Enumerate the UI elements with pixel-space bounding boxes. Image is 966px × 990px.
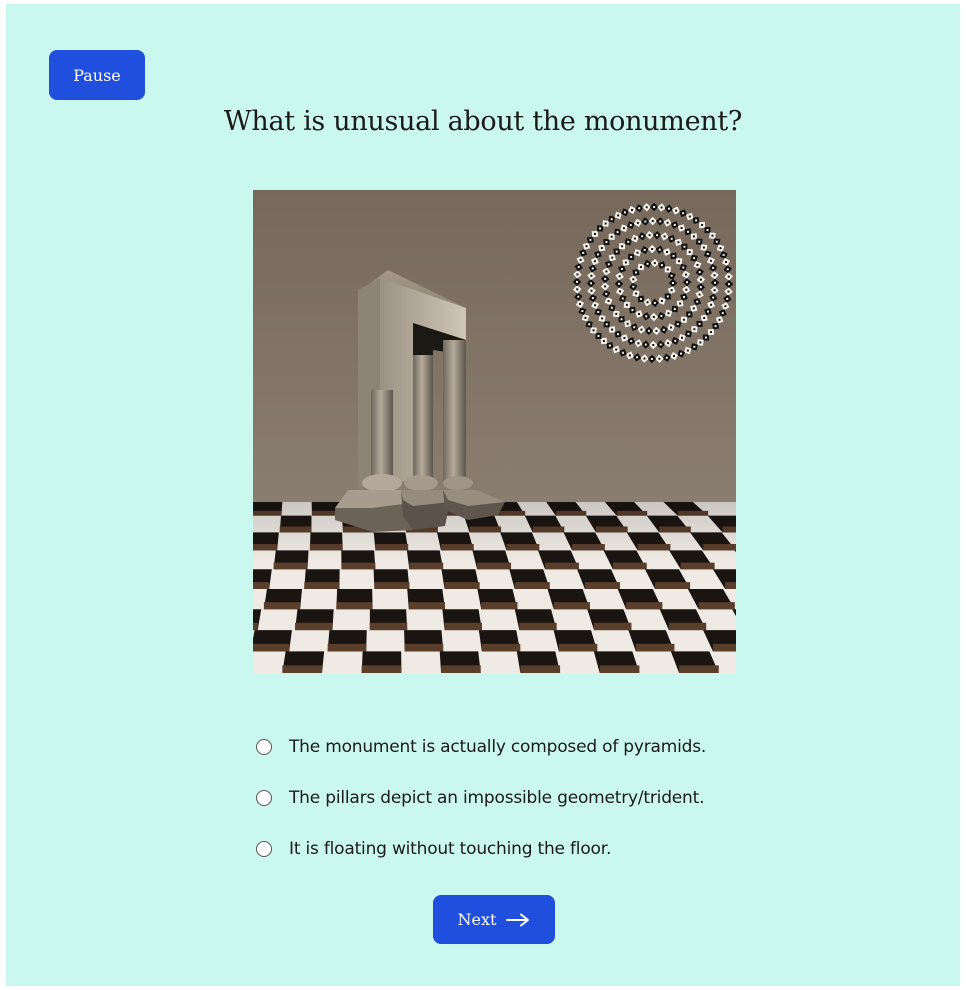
illusion-image — [253, 190, 736, 673]
option-impossible-geometry[interactable]: The pillars depict an impossible geometr… — [256, 785, 706, 811]
answer-options: The monument is actually composed of pyr… — [256, 734, 706, 887]
arrow-right-icon — [506, 913, 530, 926]
question-title: What is unusual about the monument? — [223, 106, 743, 137]
radio-button[interactable] — [256, 790, 272, 806]
option-label: The monument is actually composed of pyr… — [289, 737, 707, 757]
radio-button[interactable] — [256, 739, 272, 755]
next-button[interactable]: Next — [433, 895, 555, 944]
option-label: It is floating without touching the floo… — [289, 839, 612, 859]
next-label: Next — [457, 910, 497, 929]
pause-button[interactable]: Pause — [49, 50, 145, 100]
option-pyramids[interactable]: The monument is actually composed of pyr… — [256, 734, 706, 760]
survey-page: Pause What is unusual about the monument… — [6, 4, 960, 986]
option-label: The pillars depict an impossible geometr… — [289, 788, 705, 808]
radio-button[interactable] — [256, 841, 272, 857]
checkered-floor — [253, 502, 736, 673]
option-floating[interactable]: It is floating without touching the floo… — [256, 836, 706, 862]
